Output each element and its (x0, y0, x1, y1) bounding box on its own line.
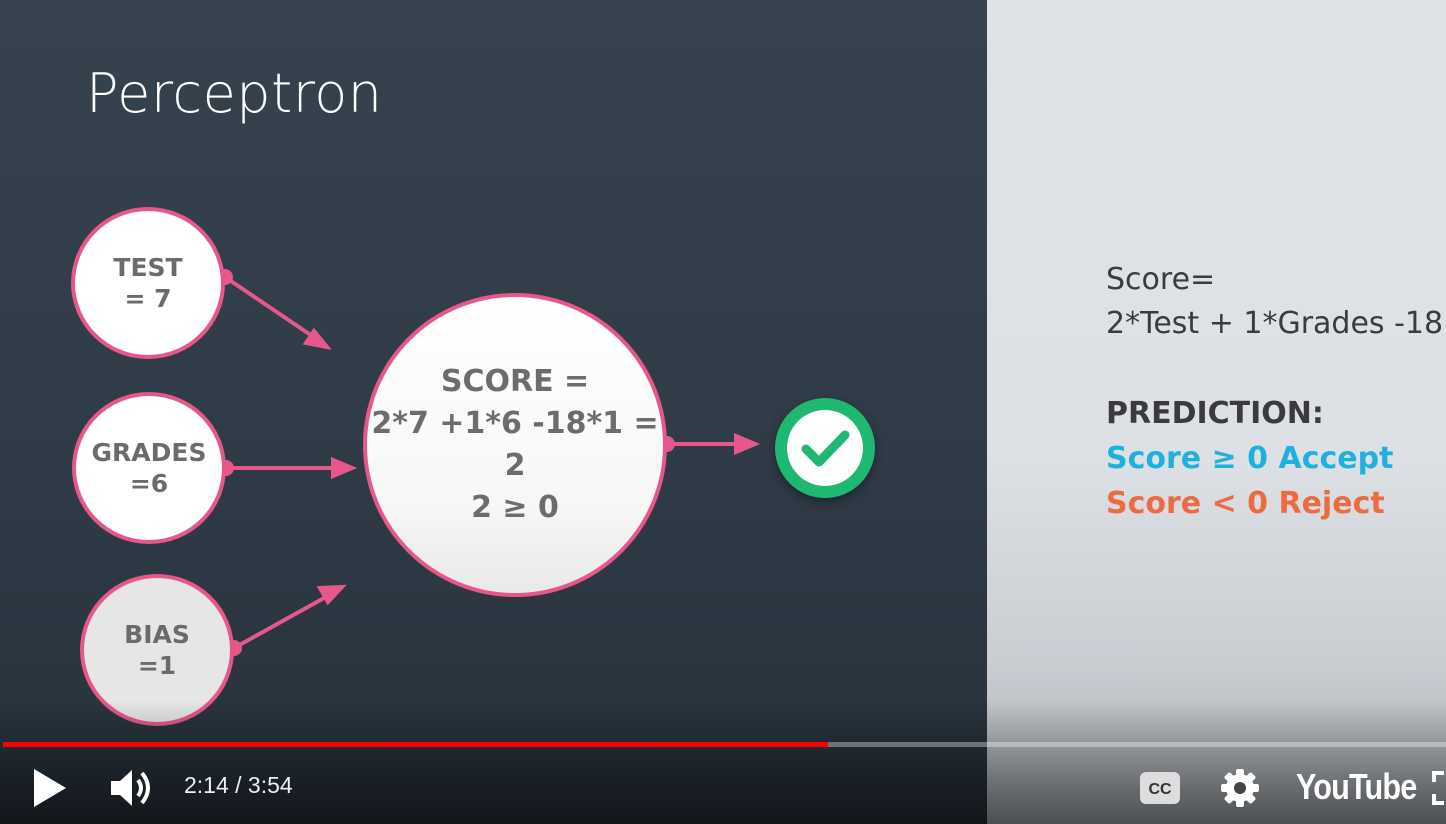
settings-icon[interactable] (1220, 768, 1260, 812)
youtube-logo[interactable]: YouTube (1296, 766, 1417, 808)
time-display: 2:14 / 3:54 (184, 772, 293, 798)
score-node-line2: 2*7 +1*6 -18*1 = 2 (371, 406, 659, 483)
fullscreen-icon[interactable] (1430, 770, 1446, 810)
input-node-test: TEST = 7 (71, 207, 225, 359)
input-node-test-label: TEST = 7 (113, 253, 183, 313)
edge-output-arrowhead (734, 432, 761, 456)
edge-bias (233, 591, 334, 650)
progress-bar-played (3, 742, 829, 747)
score-node-line1: SCORE = (440, 364, 590, 399)
progress-bar[interactable] (3, 742, 1446, 747)
captions-icon[interactable]: CC (1139, 771, 1181, 809)
video-frame[interactable]: Perceptron TEST = 7 GRADES =6 BIAS =1 SC… (0, 0, 1446, 824)
play-icon[interactable] (30, 766, 70, 814)
score-node: SCORE = 2*7 +1*6 -18*1 = 2 2 ≥ 0 (363, 293, 667, 597)
score-node-line3: 2 ≥ 0 (471, 490, 559, 525)
edge-test (223, 275, 320, 342)
prediction-reject-rule: Score < 0 Reject (1106, 486, 1385, 521)
prediction-heading: PREDICTION: (1106, 396, 1324, 431)
svg-text:CC: CC (1148, 781, 1172, 798)
prediction-accept-rule: Score ≥ 0 Accept (1106, 441, 1394, 476)
formula-label: Score= (1106, 262, 1216, 297)
edge-grades-arrowhead (331, 456, 358, 480)
input-node-grades-label: GRADES =6 (91, 438, 207, 498)
check-circle-icon (775, 398, 875, 498)
input-node-grades: GRADES =6 (72, 392, 226, 544)
input-node-bias-label: BIAS =1 (124, 620, 190, 680)
volume-icon[interactable] (108, 766, 156, 814)
formula-expression: 2*Test + 1*Grades -18 (1106, 306, 1444, 341)
